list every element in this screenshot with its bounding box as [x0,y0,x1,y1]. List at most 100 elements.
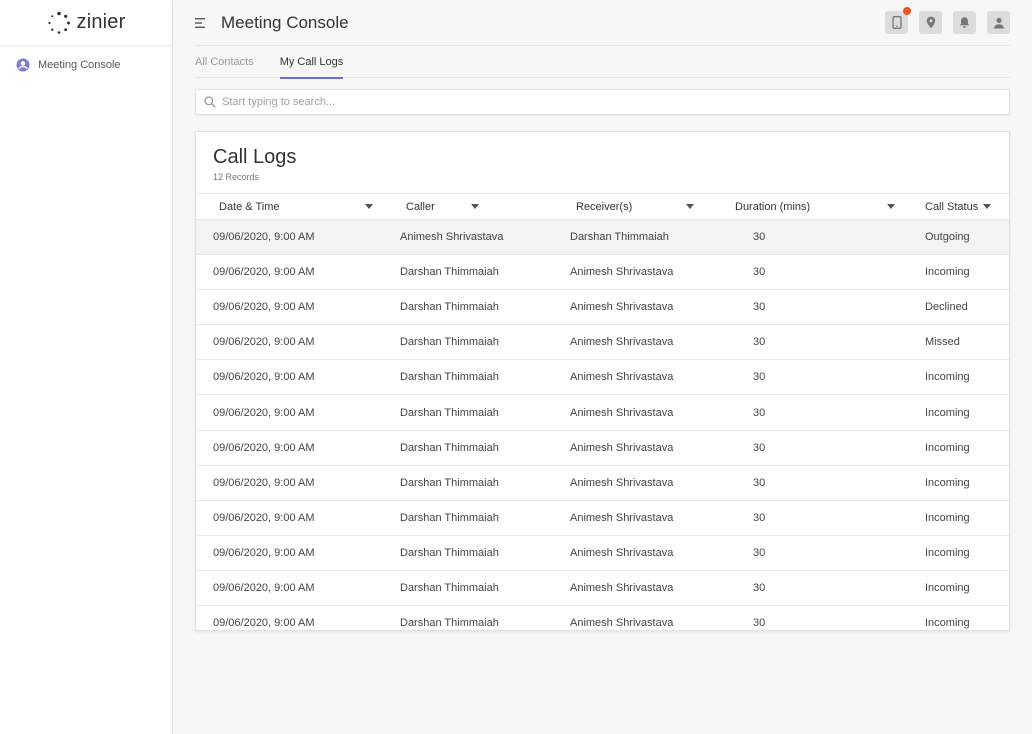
record-count: 12 Records [213,172,260,182]
receiver-cell: Animesh Shrivastava [553,465,724,501]
caller-cell: Darshan Thimmaiah [383,570,553,607]
mobile-phone-icon [891,16,902,29]
sort-caret-icon[interactable] [887,204,895,209]
search-input[interactable] [222,96,982,108]
tab-my-call-logs[interactable]: My Call Logs [279,46,343,79]
caller-cell: Darshan Thimmaiah [383,500,553,536]
sort-caret-icon[interactable] [365,204,373,209]
location-button[interactable] [919,11,942,34]
top-bar: Meeting Console [195,0,1010,46]
call-logs-card: Call Logs 12 Records Date & Time Caller … [195,131,1010,631]
call-status-cell: Incoming [895,359,1009,396]
table-row[interactable]: 09/06/2020, 9:00 AM Darshan Thimmaiah Anim… [196,465,1009,501]
duration-cell: 30 [724,605,895,630]
tab-all-contacts[interactable]: All Contacts [195,46,254,78]
receiver-cell: Animesh Shrivastava [553,500,724,536]
card-title: Call Logs [213,146,297,168]
table-row[interactable]: 09/06/2020, 9:00 AM Darshan Thimmaiah Anim… [196,254,1009,291]
call-status-cell: Declined [895,289,1009,326]
duration-cell: 30 [724,500,895,536]
duration-cell: 30 [724,430,895,466]
caller-cell: Darshan Thimmaiah [383,605,553,630]
sidebar: zinier Meeting Console [0,0,173,734]
sidebar-item-label: Meeting Console [38,59,121,71]
table-row[interactable]: 09/06/2020, 9:00 AM Darshan Thimmaiah Anim… [196,430,1009,466]
receiver-cell: Animesh Shrivastava [553,254,724,291]
table-row[interactable]: 09/06/2020, 9:00 AM Darshan Thimmaiah Anim… [196,605,1009,630]
phone-button[interactable] [885,7,911,34]
zinier-logo-icon [47,11,70,34]
call-status-cell: Outgoing [895,219,1009,256]
duration-cell: 30 [724,359,895,396]
receiver-cell: Animesh Shrivastava [553,394,724,431]
page-title: Meeting Console [221,12,349,32]
duration-cell: 30 [724,465,895,501]
caller-cell: Darshan Thimmaiah [383,359,553,396]
sort-caret-icon[interactable] [686,204,694,209]
date-time-cell: 09/06/2020, 9:00 AM [196,394,383,431]
user-icon [993,17,1004,28]
table-row[interactable]: 09/06/2020, 9:00 AM Darshan Thimmaiah Anim… [196,359,1009,396]
brand-logo[interactable]: zinier [0,0,172,46]
receiver-cell: Animesh Shrivastava [553,605,724,630]
caller-cell: Darshan Thimmaiah [383,324,553,361]
top-actions [885,7,1010,34]
receiver-cell: Animesh Shrivastava [553,289,724,326]
duration-cell: 30 [724,324,895,361]
date-time-cell: 09/06/2020, 9:00 AM [196,359,383,396]
date-time-cell: 09/06/2020, 9:00 AM [196,570,383,607]
profile-button[interactable] [987,11,1010,34]
table-row[interactable]: 09/06/2020, 9:00 AM Darshan Thimmaiah Anim… [196,394,1009,431]
caller-cell: Darshan Thimmaiah [383,430,553,466]
column-header-call-status[interactable]: Call Status [895,193,1009,220]
date-time-cell: 09/06/2020, 9:00 AM [196,430,383,466]
notifications-button[interactable] [953,11,976,34]
column-header-label: Caller [406,200,435,213]
call-status-cell: Missed [895,324,1009,361]
duration-cell: 30 [724,254,895,291]
date-time-cell: 09/06/2020, 9:00 AM [196,535,383,571]
column-header-caller[interactable]: Caller [383,193,553,220]
duration-cell: 30 [724,394,895,431]
table-row[interactable]: 09/06/2020, 9:00 AM Darshan Thimmaiah Anim… [196,570,1009,607]
duration-cell: 30 [724,570,895,607]
table-row[interactable]: 09/06/2020, 9:00 AM Darshan Thimmaiah Anim… [196,324,1009,361]
caller-cell: Darshan Thimmaiah [383,465,553,501]
sidebar-item-meeting-console[interactable]: Meeting Console [0,46,172,84]
date-time-cell: 09/06/2020, 9:00 AM [196,605,383,630]
user-circle-icon [16,58,30,72]
call-status-cell: Incoming [895,254,1009,291]
menu-toggle-icon[interactable] [195,16,209,30]
duration-cell: 30 [724,219,895,256]
table-body: 09/06/2020, 9:00 AM Animesh Shrivastava Da… [196,219,1009,630]
sort-caret-icon[interactable] [983,204,991,209]
date-time-cell: 09/06/2020, 9:00 AM [196,465,383,501]
receiver-cell: Animesh Shrivastava [553,570,724,607]
search-icon [204,96,216,108]
notification-dot [903,7,911,15]
column-header-label: Duration (mins) [735,200,811,213]
receiver-cell: Darshan Thimmaiah [553,219,724,256]
call-status-cell: Incoming [895,535,1009,571]
caller-cell: Darshan Thimmaiah [383,254,553,291]
column-header-label: Receiver(s) [576,200,633,213]
caller-cell: Animesh Shrivastava [383,219,553,256]
column-header-label: Call Status [925,200,979,213]
table-row[interactable]: 09/06/2020, 9:00 AM Darshan Thimmaiah Anim… [196,289,1009,326]
caller-cell: Darshan Thimmaiah [383,289,553,326]
date-time-cell: 09/06/2020, 9:00 AM [196,500,383,536]
caller-cell: Darshan Thimmaiah [383,394,553,431]
table-row[interactable]: 09/06/2020, 9:00 AM Animesh Shrivastava Da… [196,219,1009,256]
column-header-receivers[interactable]: Receiver(s) [553,193,724,220]
sort-caret-icon[interactable] [471,204,479,209]
column-header-date-time[interactable]: Date & Time [196,193,383,220]
column-header-duration[interactable]: Duration (mins) [724,193,895,220]
call-status-cell: Incoming [895,500,1009,536]
receiver-cell: Animesh Shrivastava [553,359,724,396]
brand-name: zinier [76,11,126,33]
call-status-cell: Incoming [895,570,1009,607]
call-status-cell: Incoming [895,394,1009,431]
call-status-cell: Incoming [895,465,1009,501]
table-row[interactable]: 09/06/2020, 9:00 AM Darshan Thimmaiah Anim… [196,535,1009,571]
table-row[interactable]: 09/06/2020, 9:00 AM Darshan Thimmaiah Anim… [196,500,1009,536]
